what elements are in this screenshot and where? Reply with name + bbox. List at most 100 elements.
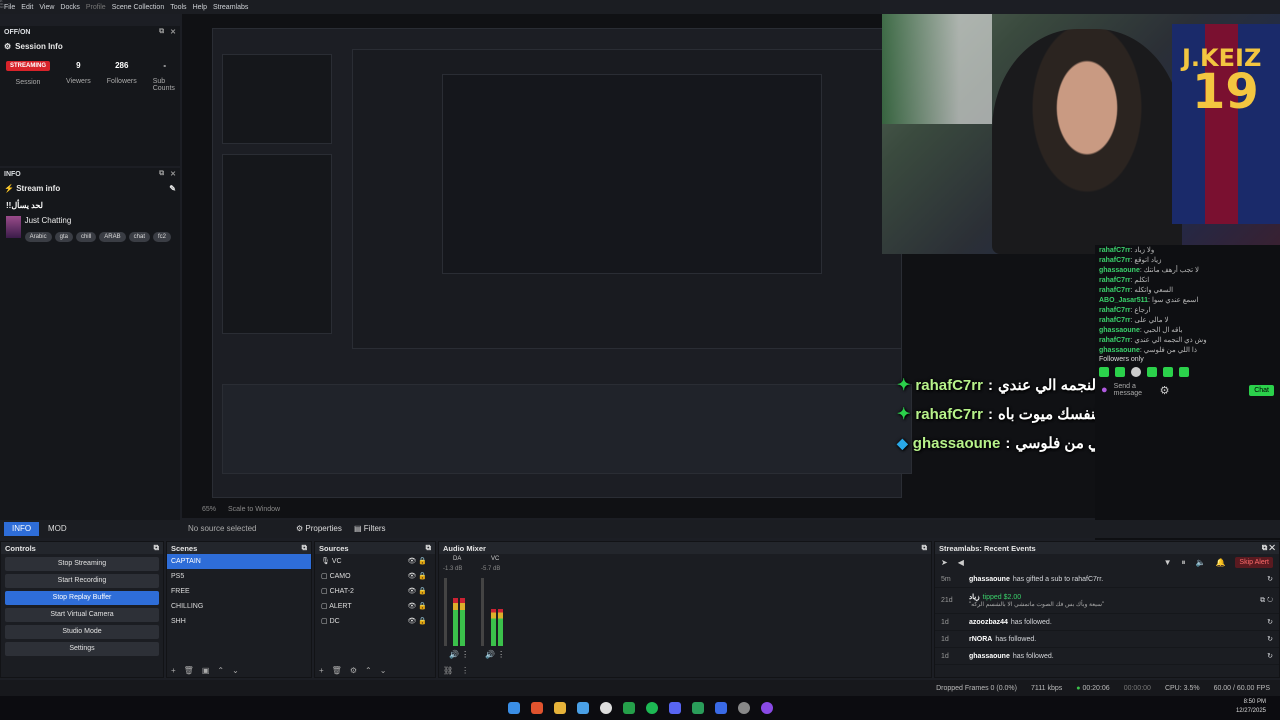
stop-replay-buffer-button[interactable]: Stop Replay Buffer [5, 591, 159, 605]
scene-item[interactable]: FREE [167, 584, 311, 599]
close-icon[interactable]: ⧉ ✕ [1262, 543, 1275, 553]
megaphone-icon[interactable]: ◀ [958, 558, 964, 567]
emote-icon[interactable] [1179, 367, 1189, 377]
pause-icon[interactable]: ⏸ [1181, 558, 1185, 568]
replay-icon[interactable]: ↻ [1267, 575, 1273, 583]
mute-vc-icon[interactable]: 🔊 ⋮ [485, 650, 505, 659]
replay-icon[interactable]: ⧉ ↻ [1260, 597, 1273, 605]
delete-icon[interactable]: 🗑 [184, 666, 194, 675]
stop-streaming-button[interactable]: Stop Streaming [5, 557, 159, 571]
source-item[interactable]: ▢ DC 👁 🔒 [315, 614, 435, 629]
chat-text: ارجاع [1134, 307, 1151, 314]
menu-tools[interactable]: Tools [170, 4, 186, 11]
down-icon[interactable]: ⌄ [232, 666, 239, 675]
float-icon[interactable]: ⧉ [302, 543, 307, 553]
app-icon[interactable] [576, 702, 589, 714]
menu-file[interactable]: File [4, 4, 15, 11]
volume-slider-vc[interactable] [481, 578, 484, 646]
send-icon[interactable]: ➤ [941, 558, 948, 567]
chat-input[interactable]: Send a message [1114, 383, 1154, 397]
add-icon[interactable]: + [171, 666, 176, 675]
menu-docks[interactable]: Docks [60, 4, 79, 11]
obs-icon[interactable] [599, 702, 612, 714]
app-icon[interactable] [760, 702, 773, 714]
app-icon[interactable] [691, 702, 704, 714]
close-icon[interactable]: ✕ [170, 170, 176, 178]
menu-streamlabs[interactable]: Streamlabs [213, 4, 248, 11]
settings-button[interactable]: Settings [5, 642, 159, 656]
xbox-icon[interactable] [622, 702, 635, 714]
emote-icon[interactable] [1099, 367, 1109, 377]
clock[interactable]: 8:50 PM 12/27/2025 [1236, 698, 1266, 716]
brave-icon[interactable] [530, 702, 543, 714]
gear-icon[interactable]: ⚙ [350, 666, 357, 675]
menu-profile[interactable]: Profile [86, 4, 106, 11]
folder-icon[interactable] [553, 702, 566, 714]
emote-icon[interactable] [1163, 367, 1173, 377]
eye-icon[interactable]: 👁 🔒 [407, 569, 427, 584]
float-icon[interactable]: ⧉ [154, 543, 159, 553]
menu-icon[interactable]: ⋮ [461, 666, 469, 675]
menu-edit[interactable]: Edit [21, 4, 33, 11]
mute-da-icon[interactable]: 🔊 ⋮ [449, 650, 469, 659]
properties-button[interactable]: ⚙ Properties [288, 522, 350, 536]
emote-icon[interactable] [1115, 367, 1125, 377]
overlay-colon: : [1005, 434, 1011, 452]
skip-alert-button[interactable]: Skip Alert [1235, 557, 1273, 568]
spotify-icon[interactable] [645, 702, 658, 714]
float-icon[interactable]: ⧉ [922, 543, 927, 553]
emote-icon[interactable] [1147, 367, 1157, 377]
source-item[interactable]: ▢ ALERT 👁 🔒 [315, 599, 435, 614]
up-icon[interactable]: ⌃ [365, 666, 372, 675]
chat-button[interactable]: Chat [1249, 384, 1274, 396]
replay-icon[interactable]: ↻ [1267, 652, 1273, 660]
float-icon[interactable]: ⧉ [426, 543, 431, 553]
discord-icon[interactable] [668, 702, 681, 714]
volume-slider-da[interactable] [444, 578, 447, 646]
event-time: 21d [941, 597, 953, 604]
start-virtual-camera-button[interactable]: Start Virtual Camera [5, 608, 159, 622]
studio-mode-button[interactable]: Studio Mode [5, 625, 159, 639]
menu-scene-collection[interactable]: Scene Collection [112, 4, 165, 11]
filters-button[interactable]: ▤ Filters [346, 522, 394, 536]
mic-icon[interactable]: ● [1101, 384, 1108, 396]
scene-item[interactable]: CHILLING [167, 599, 311, 614]
scene-item[interactable]: CAPTAIN [167, 554, 311, 569]
replay-icon[interactable]: ↻ [1267, 635, 1273, 643]
float-icon[interactable]: ⧉ [159, 28, 164, 36]
eye-icon[interactable]: 👁 🔒 [407, 584, 427, 599]
chat-input-row: ● Send a message ⚙ Chat [1095, 380, 1280, 400]
source-item[interactable]: 🎙 VC 👁 🔒 [315, 554, 435, 569]
scene-item[interactable]: SHH [167, 614, 311, 629]
tab-mod[interactable]: MOD [40, 522, 75, 536]
tab-info[interactable]: INFO [4, 522, 40, 536]
filter-icon[interactable]: ▼ [1164, 558, 1172, 567]
down-icon[interactable]: ⌄ [380, 666, 387, 675]
source-item[interactable]: ▢ CAMO 👁 🔒 [315, 569, 435, 584]
mute-icon[interactable]: 🔈 [1195, 558, 1205, 567]
add-icon[interactable]: + [319, 666, 324, 675]
link-icon[interactable]: ⛓ [443, 666, 453, 675]
source-item[interactable]: ▢ CHAT-2 👁 🔒 [315, 584, 435, 599]
close-icon[interactable]: ✕ [170, 28, 176, 36]
menu-help[interactable]: Help [193, 4, 207, 11]
replay-icon[interactable]: ↻ [1267, 618, 1273, 626]
bell-icon[interactable]: 🔔 [1215, 558, 1225, 567]
scene-item[interactable]: PS5 [167, 569, 311, 584]
preview-zoom[interactable]: 65% Scale to Window [202, 506, 280, 513]
edit-icon[interactable]: ✎ [169, 184, 176, 193]
eye-icon[interactable]: 👁 🔒 [407, 554, 427, 569]
app-icon[interactable] [714, 702, 727, 714]
menu-view[interactable]: View [39, 4, 54, 11]
delete-icon[interactable]: 🗑 [332, 666, 342, 675]
eye-icon[interactable]: 👁 🔒 [407, 614, 427, 629]
eye-icon[interactable]: 👁 🔒 [407, 599, 427, 614]
up-icon[interactable]: ⌃ [217, 666, 224, 675]
float-icon[interactable]: ⧉ [159, 170, 164, 178]
settings-icon[interactable]: ⚙ [1160, 384, 1170, 397]
start-icon[interactable] [507, 702, 520, 714]
filter-icon[interactable]: ▣ [202, 666, 210, 675]
app-icon[interactable] [737, 702, 750, 714]
start-recording-button[interactable]: Start Recording [5, 574, 159, 588]
emote-icon[interactable] [1131, 367, 1141, 377]
